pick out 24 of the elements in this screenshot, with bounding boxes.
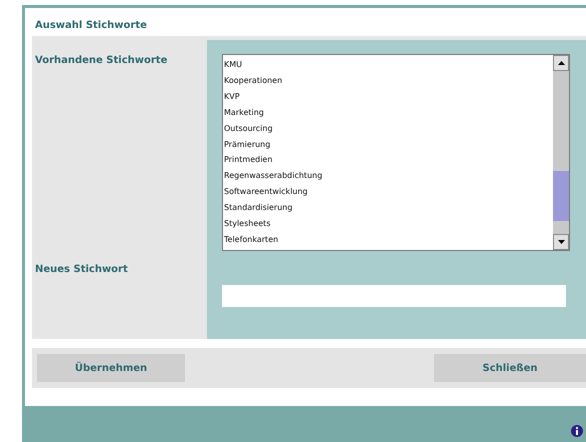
list-item[interactable]: Stylesheets (223, 216, 553, 232)
field-label: Vorhandene Stichworte (35, 55, 168, 66)
list-item[interactable]: Telefonkarten (223, 232, 553, 248)
list-item[interactable]: KVP (223, 88, 553, 105)
list-item[interactable]: Prämierung (223, 136, 553, 152)
scrollbar[interactable] (553, 55, 569, 250)
list-item[interactable]: KMU (223, 57, 553, 73)
button[interactable]: Übernehmen (37, 354, 185, 382)
list-item[interactable]: Printmedien (223, 152, 553, 168)
scroll-down-icon[interactable] (553, 234, 569, 250)
input-field[interactable] (222, 285, 566, 307)
info-icon[interactable] (571, 425, 583, 437)
list-item[interactable]: Kooperationen (223, 72, 553, 89)
field-label: Neues Stichwort (35, 264, 129, 275)
list-item[interactable]: Regenwasserabdichtung (223, 168, 553, 184)
scroll-thumb[interactable] (553, 171, 569, 221)
list-item[interactable]: Softwareentwicklung (223, 184, 553, 200)
list-item[interactable]: Marketing (223, 104, 553, 121)
button[interactable]: Schließen (434, 354, 586, 382)
list-item[interactable]: Standardisierung (223, 200, 553, 216)
list-item[interactable]: Outsourcing (223, 120, 553, 137)
keyword-listbox[interactable]: KMU Kooperationen KVP Marketing Outsourcing Prämierung Printmedien Regenwasserabdichtung Softwareentwicklung Standardisierung Stylesheets Telefonkarten (222, 54, 570, 251)
scroll-up-icon[interactable] (553, 55, 569, 71)
dialog-title: Auswahl Stichworte (34, 19, 148, 33)
